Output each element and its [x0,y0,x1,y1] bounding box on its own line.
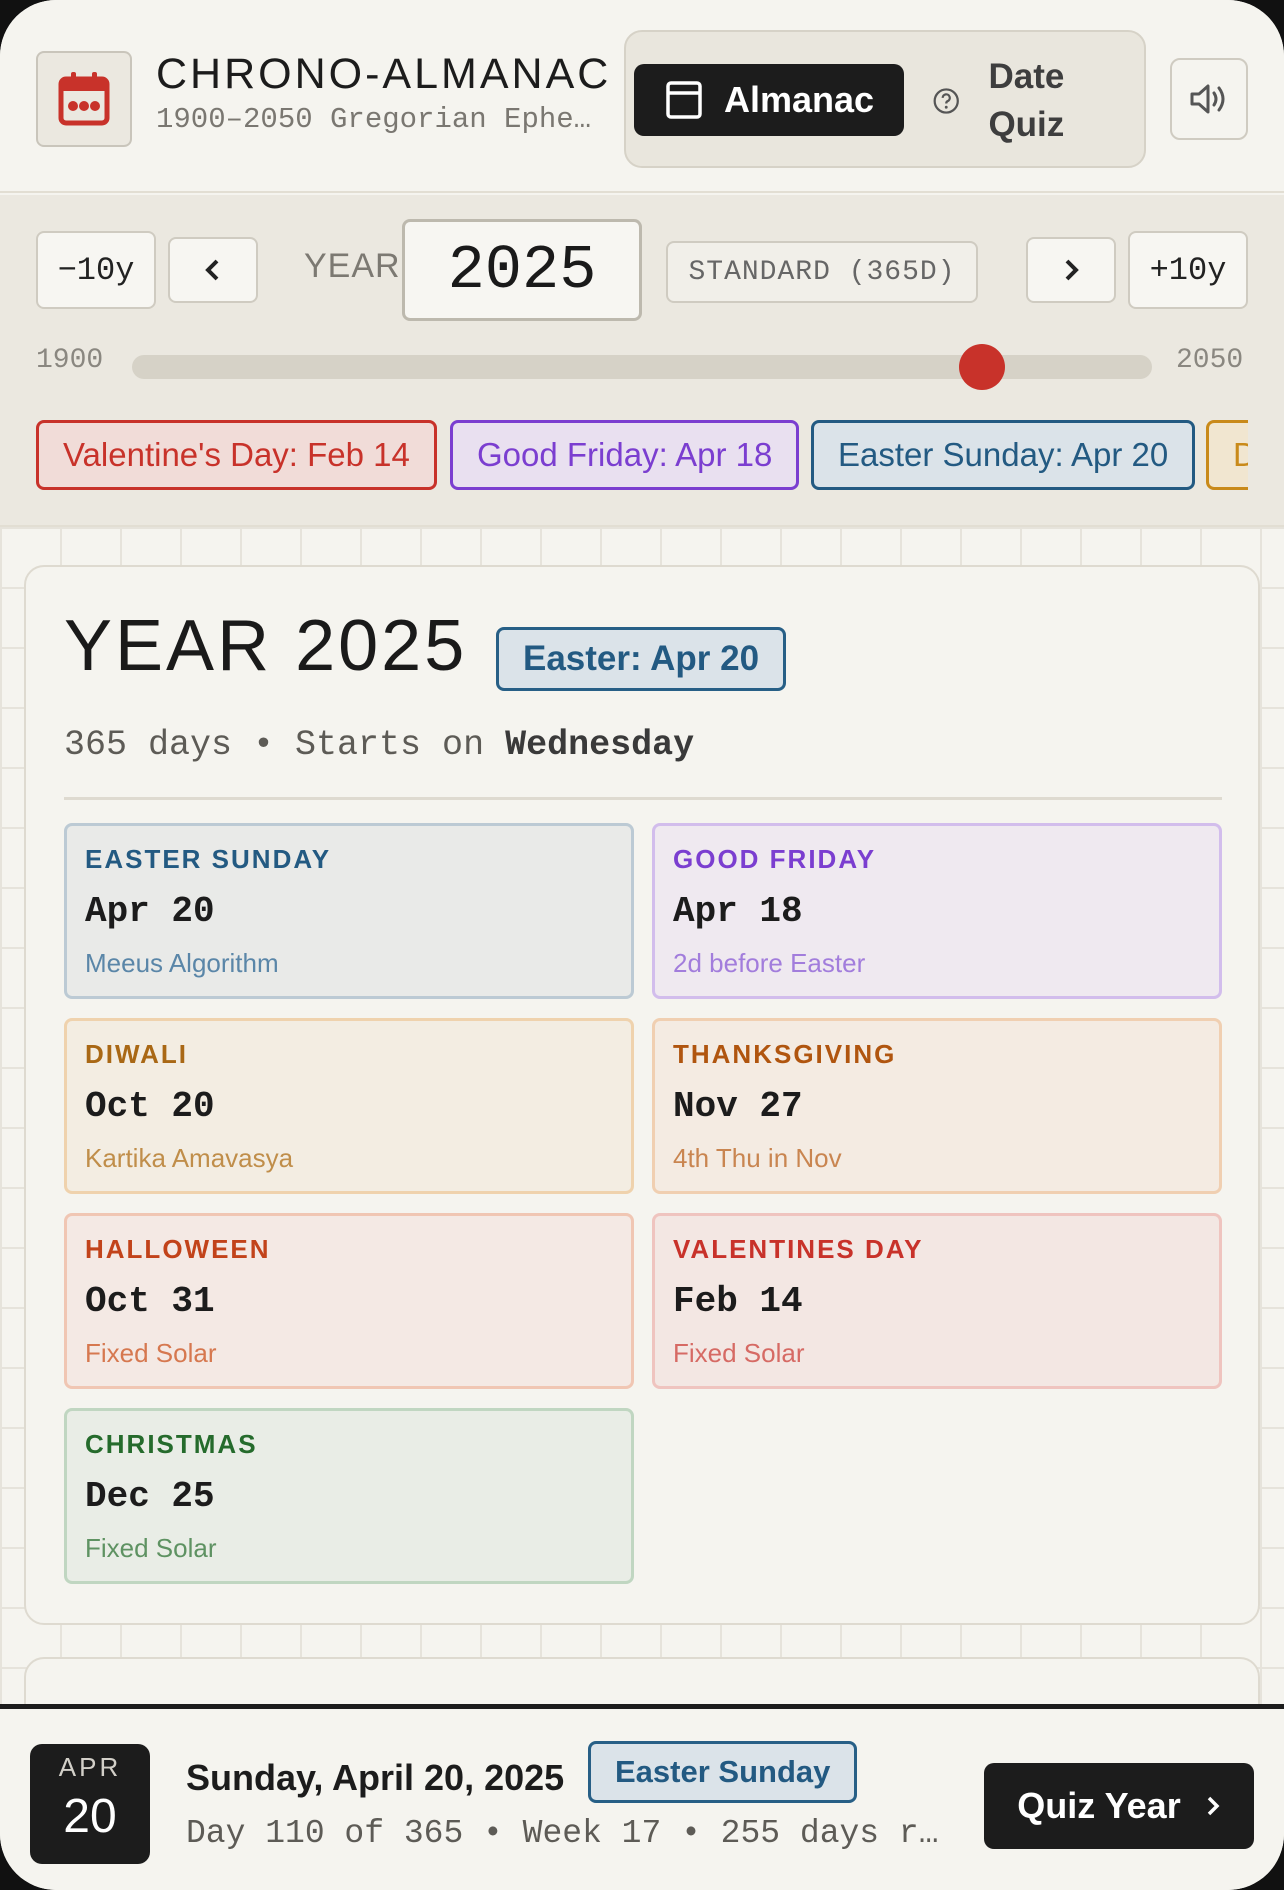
question-circle-icon [933,88,959,114]
tab-almanac[interactable]: Almanac [634,64,904,136]
holiday-note: 2d before Easter [673,948,866,978]
holiday-name: THANKSGIVING [673,1039,897,1069]
divider [64,797,1222,800]
holiday-name: CHRISTMAS [85,1429,258,1459]
chevron-left-icon [205,259,219,281]
year-days-text: 365 days • Starts on [64,725,506,765]
holiday-note: Fixed Solar [85,1338,217,1368]
holiday-date: Oct 31 [85,1281,215,1322]
holiday-card[interactable]: HALLOWEEN Oct 31 Fixed Solar [64,1213,634,1389]
selected-holiday-badge: Easter Sunday [588,1741,858,1803]
holiday-date: Apr 18 [673,891,803,932]
range-min-label: 1900 [36,345,104,376]
plus-10-years-button[interactable]: +10y [1128,231,1248,309]
holiday-card[interactable]: EASTER SUNDAY Apr 20 Meeus Algorithm [64,823,634,999]
tab-date-quiz-label: Date Quiz [988,57,1065,144]
day-info: Day 110 of 365 • Week 17 • 255 days r… [186,1815,939,1852]
app-subtitle: 1900–2050 Gregorian Ephe… [156,103,592,136]
holiday-card[interactable]: VALENTINES DAY Feb 14 Fixed Solar [652,1213,1222,1389]
sound-button[interactable] [1170,58,1248,140]
selected-date-bar: APR 20 Sunday, April 20, 2025 Easter Sun… [0,1704,1284,1890]
holiday-card[interactable]: DIWALI Oct 20 Kartika Amavasya [64,1018,634,1194]
holiday-chip[interactable]: Easter Sunday: Apr 20 [811,420,1196,490]
holiday-card[interactable]: CHRISTMAS Dec 25 Fixed Solar [64,1408,634,1584]
app-frame: CHRONO-ALMANAC 1900–2050 Gregorian Ephe…… [0,0,1284,1890]
holiday-name: DIWALI [85,1039,188,1069]
date-tile-month: APR [58,1752,122,1782]
speaker-icon [1190,84,1225,114]
chevron-right-icon [1065,259,1079,281]
holiday-name: HALLOWEEN [85,1234,271,1264]
chevron-right-icon [1207,1796,1220,1816]
holiday-date: Oct 20 [85,1086,215,1127]
holiday-date: Dec 25 [85,1476,215,1517]
header: CHRONO-ALMANAC 1900–2050 Gregorian Ephe…… [0,0,1284,193]
year-slider-thumb[interactable] [959,344,1005,390]
holiday-date: Feb 14 [673,1281,803,1322]
view-switcher: Almanac Date Quiz [624,30,1146,168]
date-tile-day: 20 [63,1790,117,1843]
year-type-badge: STANDARD (365D) [666,241,978,303]
holiday-chip[interactable]: Valentine's Day: Feb 14 [36,420,437,490]
holiday-card[interactable]: GOOD FRIDAY Apr 18 2d before Easter [652,823,1222,999]
year-start-day: Wednesday [505,725,695,765]
selected-full-date: Sunday, April 20, 2025 [186,1757,565,1798]
holiday-note: Fixed Solar [85,1533,217,1563]
year-label: YEAR [304,247,401,285]
holiday-name: GOOD FRIDAY [673,844,877,874]
minus-10-years-button[interactable]: −10y [36,231,156,309]
holiday-note: Fixed Solar [673,1338,805,1368]
tab-almanac-label: Almanac [724,79,875,120]
range-max-label: 2050 [1176,345,1244,376]
holiday-note: Kartika Amavasya [85,1143,294,1173]
previous-year-button[interactable] [168,237,258,303]
holiday-note: Meeus Algorithm [85,948,279,978]
holiday-date: Apr 20 [85,891,215,932]
holiday-name: VALENTINES DAY [673,1234,924,1264]
quiz-year-label: Quiz Year [1017,1785,1181,1826]
holiday-chip-row: Valentine's Day: Feb 14 Good Friday: Apr … [36,420,1248,492]
year-heading: YEAR 2025 [64,606,468,686]
app-title: CHRONO-ALMANAC [156,50,612,98]
holiday-date: Nov 27 [673,1086,803,1127]
holiday-chip[interactable]: Good Friday: Apr 18 [450,420,800,490]
holiday-chip[interactable]: D [1206,420,1248,490]
year-info: 365 days • Starts on Wednesday [64,725,694,765]
calendar-logo-icon [36,51,132,147]
holiday-name: EASTER SUNDAY [85,844,332,874]
holiday-note: 4th Thu in Nov [673,1143,842,1173]
date-tile: APR 20 [30,1744,150,1864]
holiday-card[interactable]: THANKSGIVING Nov 27 4th Thu in Nov [652,1018,1222,1194]
next-year-button[interactable] [1026,237,1116,303]
year-card: YEAR 2025 Easter: Apr 20 365 days • Star… [24,565,1260,1625]
year-input[interactable]: 2025 [402,219,642,321]
tab-date-quiz[interactable]: Date Quiz [932,46,1132,156]
quiz-year-button[interactable]: Quiz Year [984,1763,1254,1849]
easter-badge: Easter: Apr 20 [496,627,787,691]
almanac-icon [666,81,702,119]
year-controls: −10y YEAR 2025 STANDARD (365D) +10y 1900… [0,195,1284,527]
content-area: YEAR 2025 Easter: Apr 20 365 days • Star… [0,527,1284,1857]
year-slider[interactable] [132,344,1152,390]
